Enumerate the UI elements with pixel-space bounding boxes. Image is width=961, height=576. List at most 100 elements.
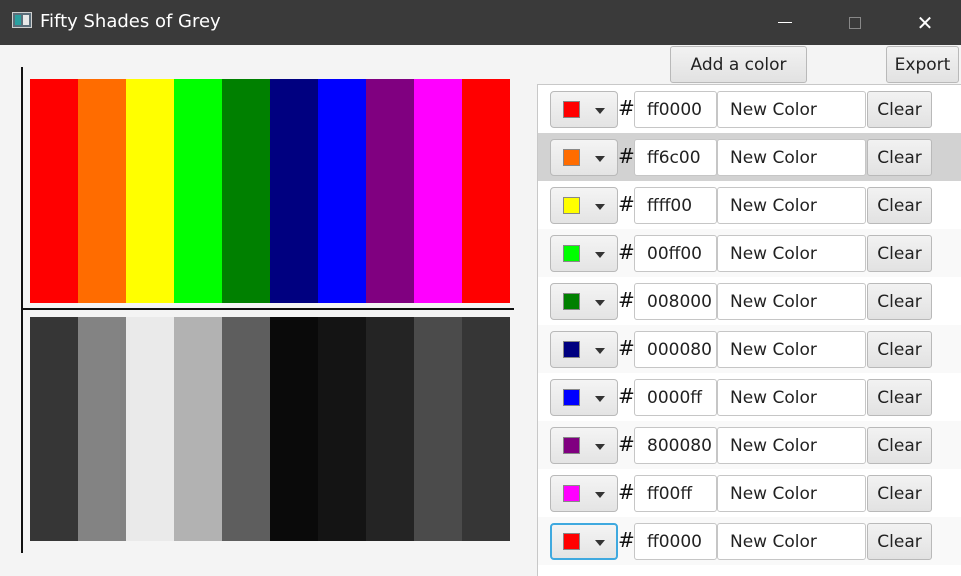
title-bar: Fifty Shades of Grey ✕ — [0, 0, 961, 45]
color-row[interactable]: #00ff00 New Color Clear — [538, 229, 961, 277]
clear-button[interactable]: Clear — [867, 379, 932, 416]
hash-label: # — [618, 96, 635, 120]
color-picker-dropdown[interactable] — [550, 283, 618, 320]
grey-bar — [30, 317, 78, 541]
color-name-input[interactable]: New Color — [717, 187, 866, 224]
add-color-button[interactable]: Add a color — [670, 46, 807, 83]
greyscale-strip — [30, 317, 510, 541]
color-row[interactable]: #008000 New Color Clear — [538, 277, 961, 325]
clear-button[interactable]: Clear — [867, 283, 932, 320]
hex-input[interactable]: ff0000 — [634, 91, 717, 128]
hash-label: # — [618, 432, 635, 456]
chevron-down-icon — [595, 492, 605, 498]
grey-bar — [318, 317, 366, 541]
window-title: Fifty Shades of Grey — [40, 11, 221, 32]
hex-input[interactable]: ff00ff — [634, 475, 717, 512]
grey-bar — [414, 317, 462, 541]
hex-input[interactable]: ff6c00 — [634, 139, 717, 176]
color-name-input[interactable]: New Color — [717, 331, 866, 368]
color-strip — [30, 79, 510, 303]
grey-bar — [462, 317, 510, 541]
color-bar — [222, 79, 270, 303]
clear-button[interactable]: Clear — [867, 187, 932, 224]
color-name-input[interactable]: New Color — [717, 523, 866, 560]
color-picker-dropdown[interactable] — [550, 91, 618, 128]
color-picker-dropdown[interactable] — [550, 331, 618, 368]
color-bar — [30, 79, 78, 303]
export-button[interactable]: Export — [886, 46, 959, 83]
color-row[interactable]: # ff00ff New Color Clear — [538, 469, 961, 517]
clear-button[interactable]: Clear — [867, 331, 932, 368]
color-name-input[interactable]: New Color — [717, 379, 866, 416]
chevron-down-icon — [595, 348, 605, 354]
hex-input[interactable]: ffff00 — [634, 187, 717, 224]
clear-button[interactable]: Clear — [867, 235, 932, 272]
chevron-down-icon — [595, 108, 605, 114]
clear-button[interactable]: Clear — [867, 427, 932, 464]
clear-button[interactable]: Clear — [867, 523, 932, 560]
color-picker-dropdown[interactable] — [550, 427, 618, 464]
hash-label: # — [618, 192, 635, 216]
color-swatch — [563, 149, 580, 166]
color-name-input[interactable]: New Color — [717, 91, 866, 128]
color-bar — [126, 79, 174, 303]
hex-input[interactable]: 0000ff — [634, 379, 717, 416]
color-row[interactable]: # ff0000 New Color Clear — [538, 517, 961, 565]
grey-bar — [222, 317, 270, 541]
color-picker-dropdown[interactable] — [550, 523, 618, 560]
grey-bar — [270, 317, 318, 541]
chevron-down-icon — [595, 540, 605, 546]
grey-bar — [126, 317, 174, 541]
color-bar — [174, 79, 222, 303]
color-row[interactable]: # ff6c00 New Color Clear — [538, 133, 961, 181]
maximize-icon — [849, 16, 861, 29]
color-name-input[interactable]: New Color — [717, 427, 866, 464]
color-picker-dropdown[interactable] — [550, 475, 618, 512]
color-bar — [318, 79, 366, 303]
hash-label: # — [618, 240, 635, 264]
clear-button[interactable]: Clear — [867, 91, 932, 128]
color-name-input[interactable]: New Color — [717, 283, 866, 320]
maximize-button — [832, 0, 878, 45]
color-picker-dropdown[interactable] — [550, 379, 618, 416]
color-row[interactable]: #800080 New Color Clear — [538, 421, 961, 469]
color-swatch — [563, 101, 580, 118]
color-name-input[interactable]: New Color — [717, 475, 866, 512]
hex-input[interactable]: 008000 — [634, 283, 717, 320]
close-button[interactable]: ✕ — [902, 0, 948, 45]
color-canvas — [0, 45, 530, 576]
hex-input[interactable]: 00ff00 — [634, 235, 717, 272]
color-bar — [366, 79, 414, 303]
color-row[interactable]: # ffff00 New Color Clear — [538, 181, 961, 229]
clear-button[interactable]: Clear — [867, 139, 932, 176]
color-name-input[interactable]: New Color — [717, 139, 866, 176]
chevron-down-icon — [595, 396, 605, 402]
vertical-axis-line — [21, 67, 23, 553]
color-picker-dropdown[interactable] — [550, 187, 618, 224]
grey-bar — [366, 317, 414, 541]
hash-label: # — [618, 480, 635, 504]
color-swatch — [563, 389, 580, 406]
grey-bar — [78, 317, 126, 541]
hash-label: # — [618, 288, 635, 312]
color-bar — [270, 79, 318, 303]
color-name-input[interactable]: New Color — [717, 235, 866, 272]
hash-label: # — [618, 144, 635, 168]
color-row[interactable]: #0000ff New Color Clear — [538, 373, 961, 421]
hex-input[interactable]: 800080 — [634, 427, 717, 464]
hex-input[interactable]: 000080 — [634, 331, 717, 368]
hex-input[interactable]: ff0000 — [634, 523, 717, 560]
clear-button[interactable]: Clear — [867, 475, 932, 512]
color-bar — [414, 79, 462, 303]
color-bar — [78, 79, 126, 303]
color-picker-dropdown[interactable] — [550, 235, 618, 272]
chevron-down-icon — [595, 156, 605, 162]
app-window-icon — [12, 12, 32, 28]
color-picker-dropdown[interactable] — [550, 139, 618, 176]
minimize-button[interactable] — [762, 0, 808, 45]
color-swatch — [563, 341, 580, 358]
color-row[interactable]: # ff0000 New Color Clear — [538, 85, 961, 133]
grey-bar — [174, 317, 222, 541]
color-list[interactable]: # ff0000 New Color Clear # ff6c00 New Color Cle… — [537, 84, 961, 576]
color-row[interactable]: #000080 New Color Clear — [538, 325, 961, 373]
